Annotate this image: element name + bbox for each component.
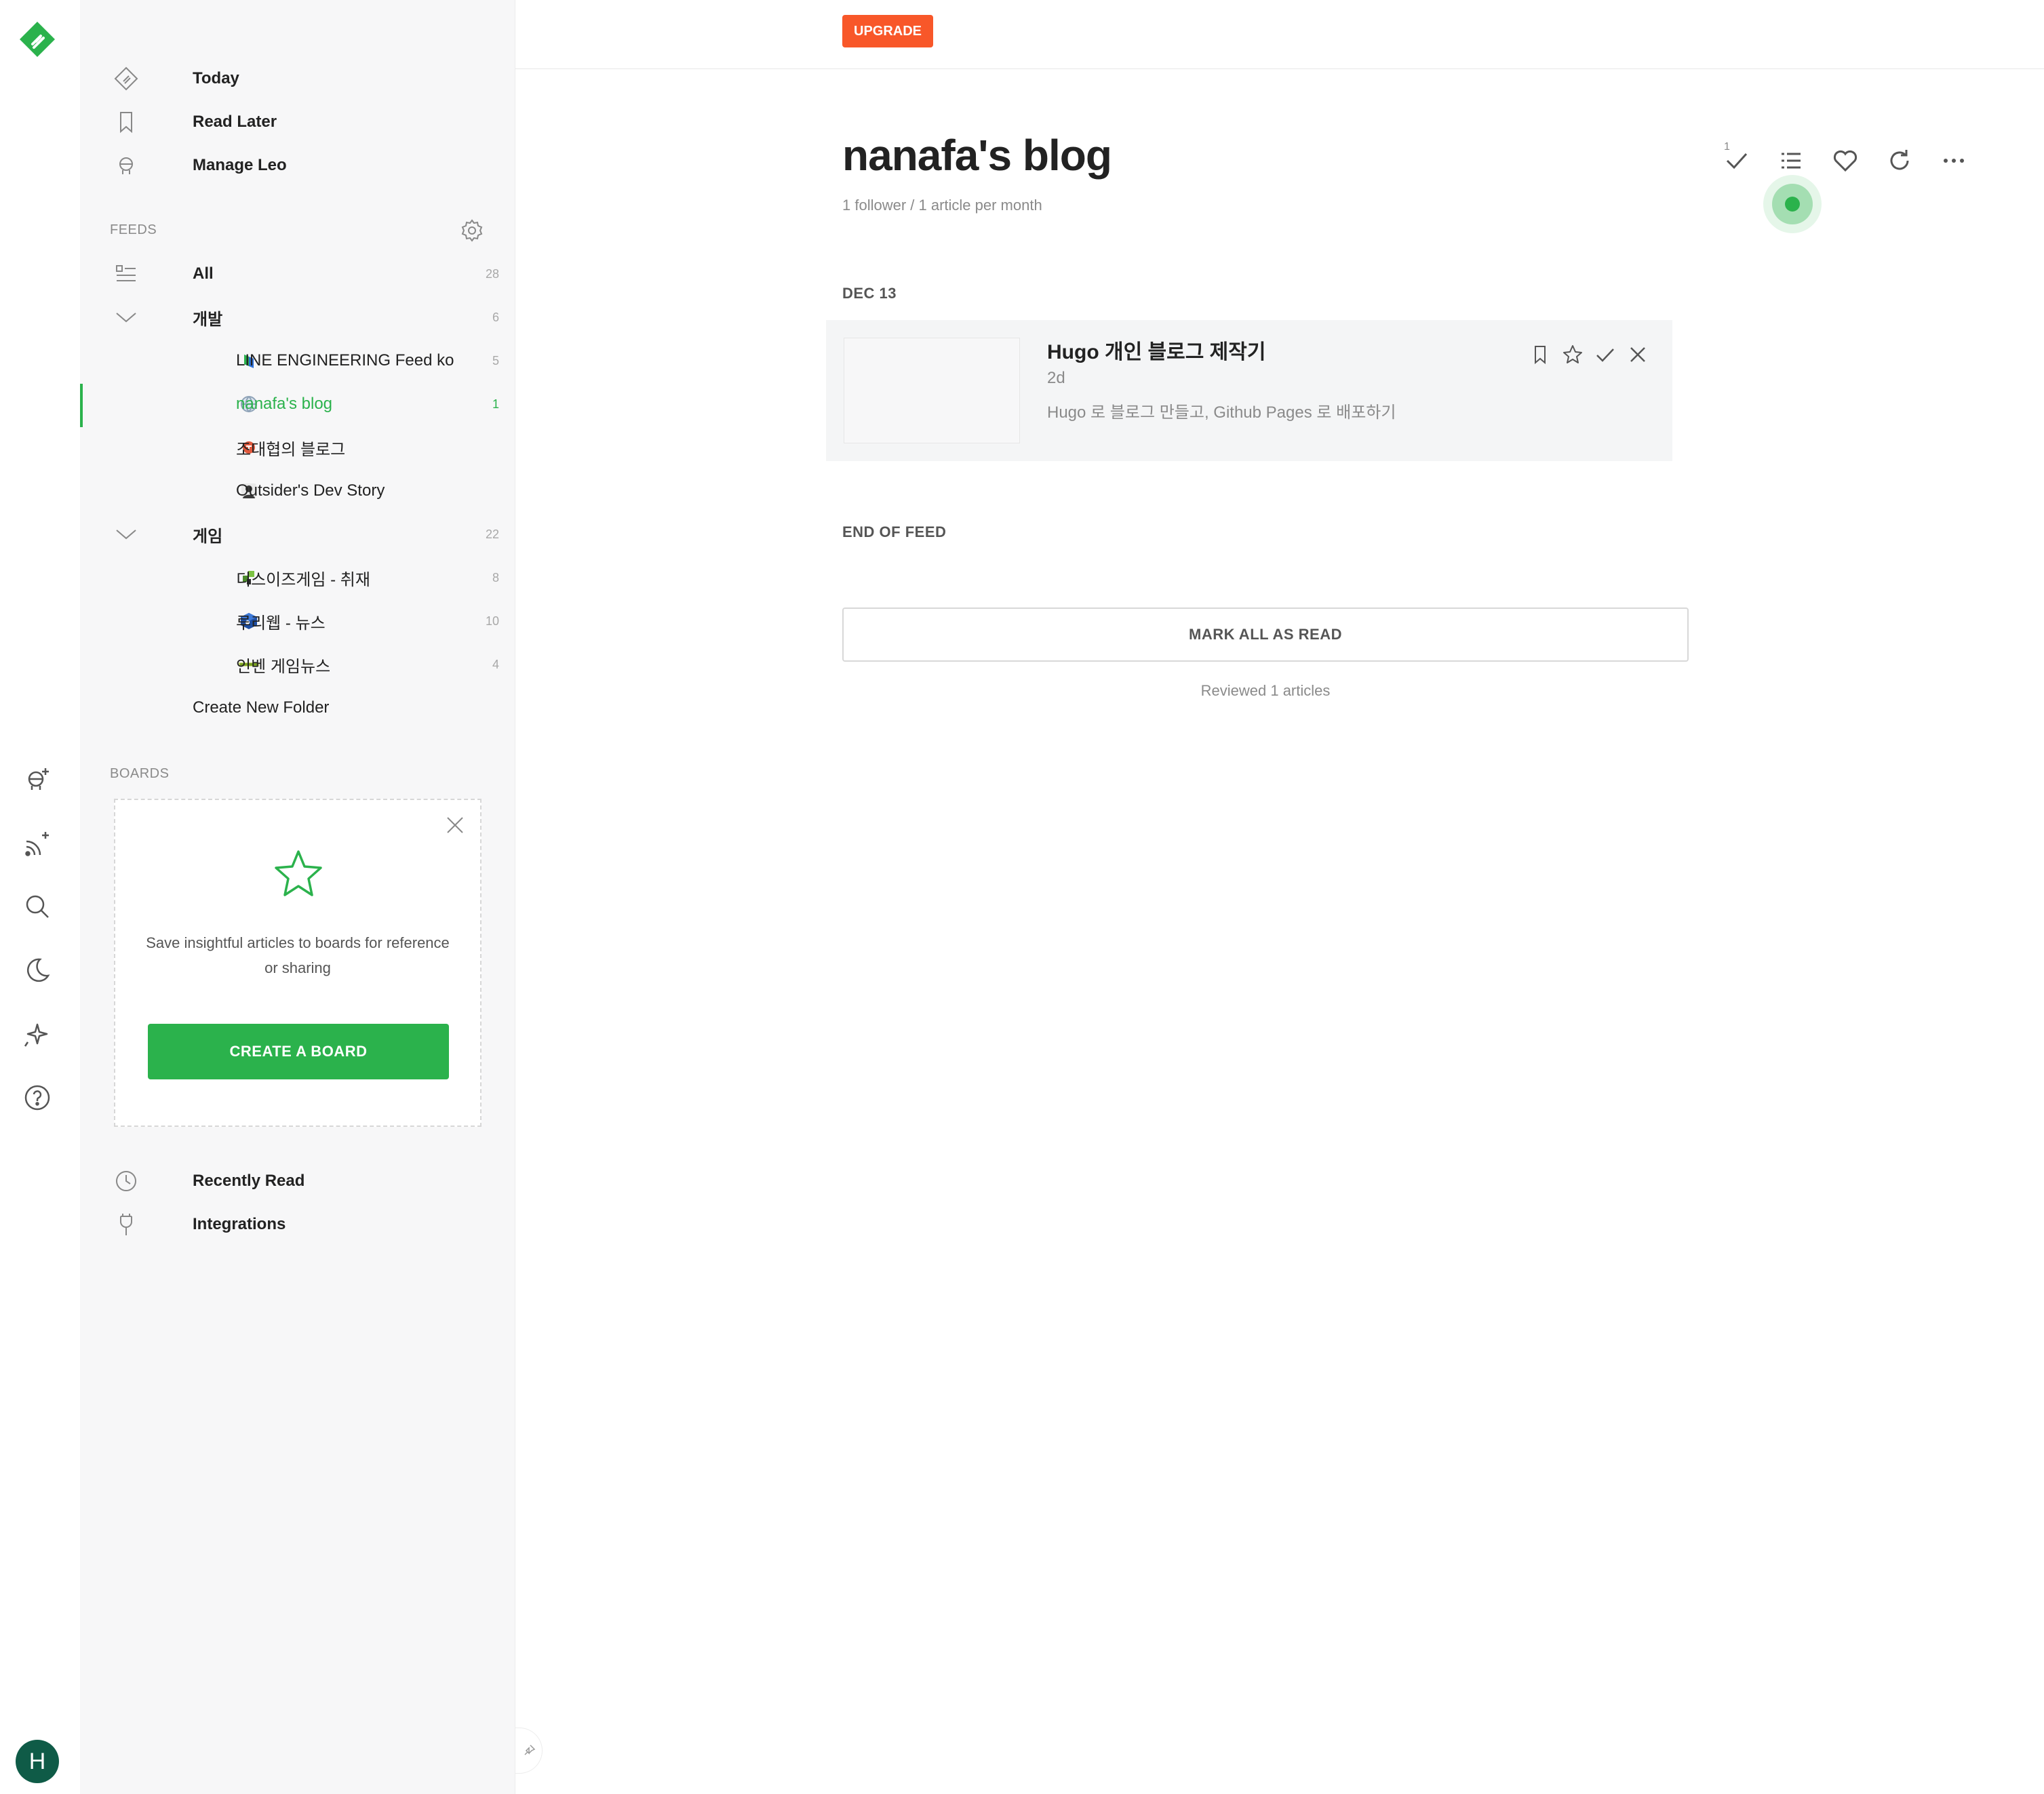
nav-label: Integrations (193, 1215, 286, 1233)
active-feed-indicator (80, 384, 83, 427)
top-bar: UPGRADE (515, 0, 2044, 69)
feed-inven[interactable]: 인벤 게임뉴스 4 (113, 644, 499, 685)
reviewed-count: Reviewed 1 articles (1200, 682, 1331, 699)
article-age: 2d (1047, 369, 1065, 387)
nav-integrations[interactable]: Integrations (113, 1204, 499, 1245)
star-icon (273, 848, 324, 899)
moon-icon[interactable] (20, 953, 54, 987)
feeds-section-label: FEEDS (110, 222, 157, 237)
pin-sidebar-button[interactable] (515, 1728, 543, 1774)
unread-count: 6 (492, 310, 499, 324)
leo-icon (113, 152, 140, 179)
folder-game[interactable]: 게임 22 (113, 514, 499, 555)
boards-promo-card: Save insightful articles to boards for r… (114, 799, 481, 1127)
feed-label: Outsider's Dev Story (236, 481, 385, 500)
clock-icon (113, 1168, 140, 1195)
create-folder-label: Create New Folder (193, 698, 330, 717)
feed-label: 인벤 게임뉴스 (236, 657, 331, 676)
hotspot-core (1785, 197, 1800, 212)
feed-label: All (193, 264, 214, 283)
unread-count: 1 (492, 397, 499, 411)
mark-all-as-read-button[interactable]: MARK ALL AS READ (842, 607, 1689, 662)
article-card[interactable]: Hugo 개인 블로그 제작기 2d Hugo 로 블로그 만들고, Githu… (826, 320, 1672, 461)
folder-dev[interactable]: 개발 6 (113, 297, 499, 338)
feed-label: 조대협의 블로그 (236, 440, 346, 459)
feed-all[interactable]: All 28 (113, 254, 499, 294)
bookmark-icon[interactable] (1526, 340, 1554, 369)
chevron-down-icon[interactable] (113, 304, 140, 331)
add-source-leo-icon[interactable] (20, 762, 54, 796)
folder-label: 게임 (193, 527, 223, 546)
gear-icon[interactable] (458, 217, 486, 244)
more-options-icon[interactable] (1937, 144, 1971, 178)
chevron-down-icon[interactable] (113, 521, 140, 548)
feed-line-engineering[interactable]: LINE ENGINEERING Feed ko 5 (113, 340, 499, 381)
unread-count: 4 (492, 657, 499, 671)
unread-count: 5 (492, 353, 499, 367)
onboarding-hotspot[interactable] (1763, 175, 1822, 233)
plug-icon (113, 1211, 140, 1238)
feed-outsiders-dev-story[interactable]: Outsider's Dev Story (113, 471, 499, 511)
close-icon[interactable] (445, 815, 465, 835)
unread-count: 28 (485, 266, 499, 281)
nav-manage-leo[interactable]: Manage Leo (113, 145, 499, 186)
bookmark-icon (113, 108, 140, 136)
feed-label: 디스이즈게임 - 취재 (236, 570, 370, 589)
article-thumbnail (844, 338, 1020, 443)
nav-today[interactable]: Today (113, 58, 499, 99)
create-new-folder[interactable]: Create New Folder (113, 687, 499, 728)
heart-icon[interactable] (1828, 144, 1862, 178)
feedly-logo[interactable] (18, 20, 56, 58)
check-icon[interactable] (1591, 340, 1619, 369)
user-avatar[interactable]: H (16, 1740, 59, 1783)
feed-meta: 1 follower / 1 article per month (842, 197, 1042, 214)
folder-label: 개발 (193, 310, 223, 329)
avatar-letter: H (28, 1748, 46, 1774)
hotspot-ring (1772, 184, 1813, 224)
close-icon[interactable] (1624, 340, 1652, 369)
nav-recently-read[interactable]: Recently Read (113, 1161, 499, 1201)
feed-thisisgame[interactable]: 디스이즈게임 - 취재 8 (113, 557, 499, 598)
end-of-feed-label: END OF FEED (842, 523, 947, 540)
unread-count: 8 (492, 570, 499, 584)
unread-count: 22 (485, 527, 499, 541)
sparkle-icon[interactable] (20, 1017, 54, 1051)
pin-icon (524, 1745, 535, 1755)
feed-label: nanafa's blog (236, 395, 333, 413)
add-feed-icon[interactable] (20, 827, 54, 861)
list-icon (113, 260, 140, 287)
article-title[interactable]: Hugo 개인 블로그 제작기 (1047, 335, 1265, 365)
list-view-icon[interactable] (1774, 144, 1808, 178)
nav-label: Recently Read (193, 1172, 305, 1190)
feed-ruliweb[interactable]: 루리웹 - 뉴스 10 (113, 601, 499, 641)
unread-count: 10 (485, 614, 499, 628)
mark-as-read-icon[interactable] (1720, 144, 1754, 178)
nav-label: Read Later (193, 113, 277, 131)
sidebar: Today Read Later Manage Leo FEEDS All 28… (80, 0, 515, 1794)
article-description: Hugo 로 블로그 만들고, Github Pages 로 배포하기 (1047, 403, 1396, 422)
nav-label: Today (193, 69, 239, 87)
icon-rail: H (0, 0, 80, 1794)
refresh-icon[interactable] (1883, 144, 1917, 178)
search-icon[interactable] (20, 890, 54, 923)
star-icon[interactable] (1558, 340, 1587, 369)
boards-section-label: BOARDS (110, 766, 170, 781)
today-icon (113, 65, 140, 92)
upgrade-button[interactable]: UPGRADE (842, 15, 934, 47)
nav-read-later[interactable]: Read Later (113, 102, 499, 142)
create-board-button[interactable]: CREATE A BOARD (148, 1024, 449, 1079)
nav-label: Manage Leo (193, 156, 287, 174)
page-title: nanafa's blog (842, 131, 1112, 180)
help-icon[interactable] (20, 1081, 54, 1115)
feed-label: 루리웹 - 뉴스 (236, 614, 326, 633)
feed-nanafas-blog[interactable]: nanafa's blog 1 (113, 384, 499, 424)
boards-promo-text: Save insightful articles to boards for r… (146, 934, 450, 976)
feed-label: LINE ENGINEERING Feed ko (236, 351, 454, 370)
date-section-label: DEC 13 (842, 285, 897, 302)
feed-jodaehyup-blog[interactable]: 조대협의 블로그 (113, 427, 499, 468)
